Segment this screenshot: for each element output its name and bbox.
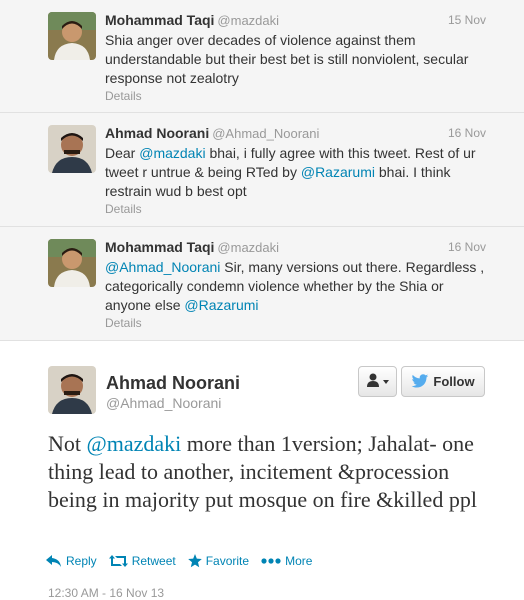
retweet-label: Retweet [131,554,176,568]
tweet-fullname[interactable]: Mohammad Taqi [105,239,214,255]
twitter-bird-icon [412,374,429,388]
user-icon [367,373,379,387]
avatar[interactable] [48,366,96,414]
user-actions-dropdown[interactable] [358,366,397,397]
more-action[interactable]: More [261,554,312,568]
tweet-time[interactable]: 15 Nov [448,13,486,27]
avatar[interactable] [48,12,96,60]
reply-label: Reply [66,554,97,568]
main-screenname[interactable]: @Ahmad_Noorani [106,395,221,411]
favorite-label: Favorite [205,554,250,568]
tweet-timestamp[interactable]: 12:30 AM - 16 Nov 13 [48,586,164,600]
avatar[interactable] [48,125,96,173]
details-link[interactable]: Details [105,316,142,330]
main-fullname[interactable]: Ahmad Noorani [106,373,240,394]
mention-link[interactable]: @mazdaki [87,431,182,456]
favorite-action[interactable]: Favorite [187,554,250,568]
tweet-fullname[interactable]: Ahmad Noorani [105,125,209,141]
mention-link[interactable]: @Razarumi [184,297,258,313]
reply-action[interactable]: Reply [46,554,97,568]
tweet-actions: Reply Retweet Favorite More [46,552,324,570]
main-tweet: Ahmad Noorani @Ahmad_Noorani Follow Not … [0,342,524,600]
tweet-screenname[interactable]: @mazdaki [217,240,279,255]
conversation-tweet[interactable]: Ahmad Noorani @Ahmad_Noorani 16 Nov Dear … [0,113,524,227]
retweet-action[interactable]: Retweet [108,554,176,568]
tweet-text-segment: Shia anger over decades of violence agai… [105,32,469,86]
avatar[interactable] [48,239,96,287]
mention-link[interactable]: @Razarumi [301,164,375,180]
tweet-time[interactable]: 16 Nov [448,240,486,254]
tweet-screenname[interactable]: @mazdaki [217,13,279,28]
tweet-text: @Ahmad_Noorani Sir, many versions out th… [105,258,490,315]
conversation-thread: Mohammad Taqi @mazdaki 15 Nov Shia anger … [0,0,524,341]
reply-icon [46,555,61,567]
tweet-text-segment: Not [48,431,87,456]
details-link[interactable]: Details [105,89,142,103]
retweet-icon [108,555,128,567]
mention-link[interactable]: @mazdaki [139,145,205,161]
tweet-text: Shia anger over decades of violence agai… [105,31,490,88]
conversation-tweet[interactable]: Mohammad Taqi @mazdaki 15 Nov Shia anger … [0,0,524,113]
tweet-text-segment: Dear [105,145,140,161]
tweet-time[interactable]: 16 Nov [448,126,486,140]
tweet-fullname[interactable]: Mohammad Taqi [105,12,214,28]
mention-link[interactable]: @Ahmad_Noorani [105,259,220,275]
chevron-down-icon [383,380,389,384]
tweet-text: Dear @mazdaki bhai, i fully agree with t… [105,144,490,201]
more-label: More [285,554,313,568]
star-icon [187,554,202,568]
tweet-screenname[interactable]: @Ahmad_Noorani [212,126,319,141]
main-tweet-text: Not @mazdaki more than 1version; Jahalat… [48,430,488,514]
follow-label: Follow [433,374,475,389]
details-link[interactable]: Details [105,202,142,216]
ellipsis-icon [261,558,281,564]
conversation-tweet[interactable]: Mohammad Taqi @mazdaki 16 Nov @Ahmad_Noor… [0,227,524,341]
follow-button[interactable]: Follow [401,366,485,397]
